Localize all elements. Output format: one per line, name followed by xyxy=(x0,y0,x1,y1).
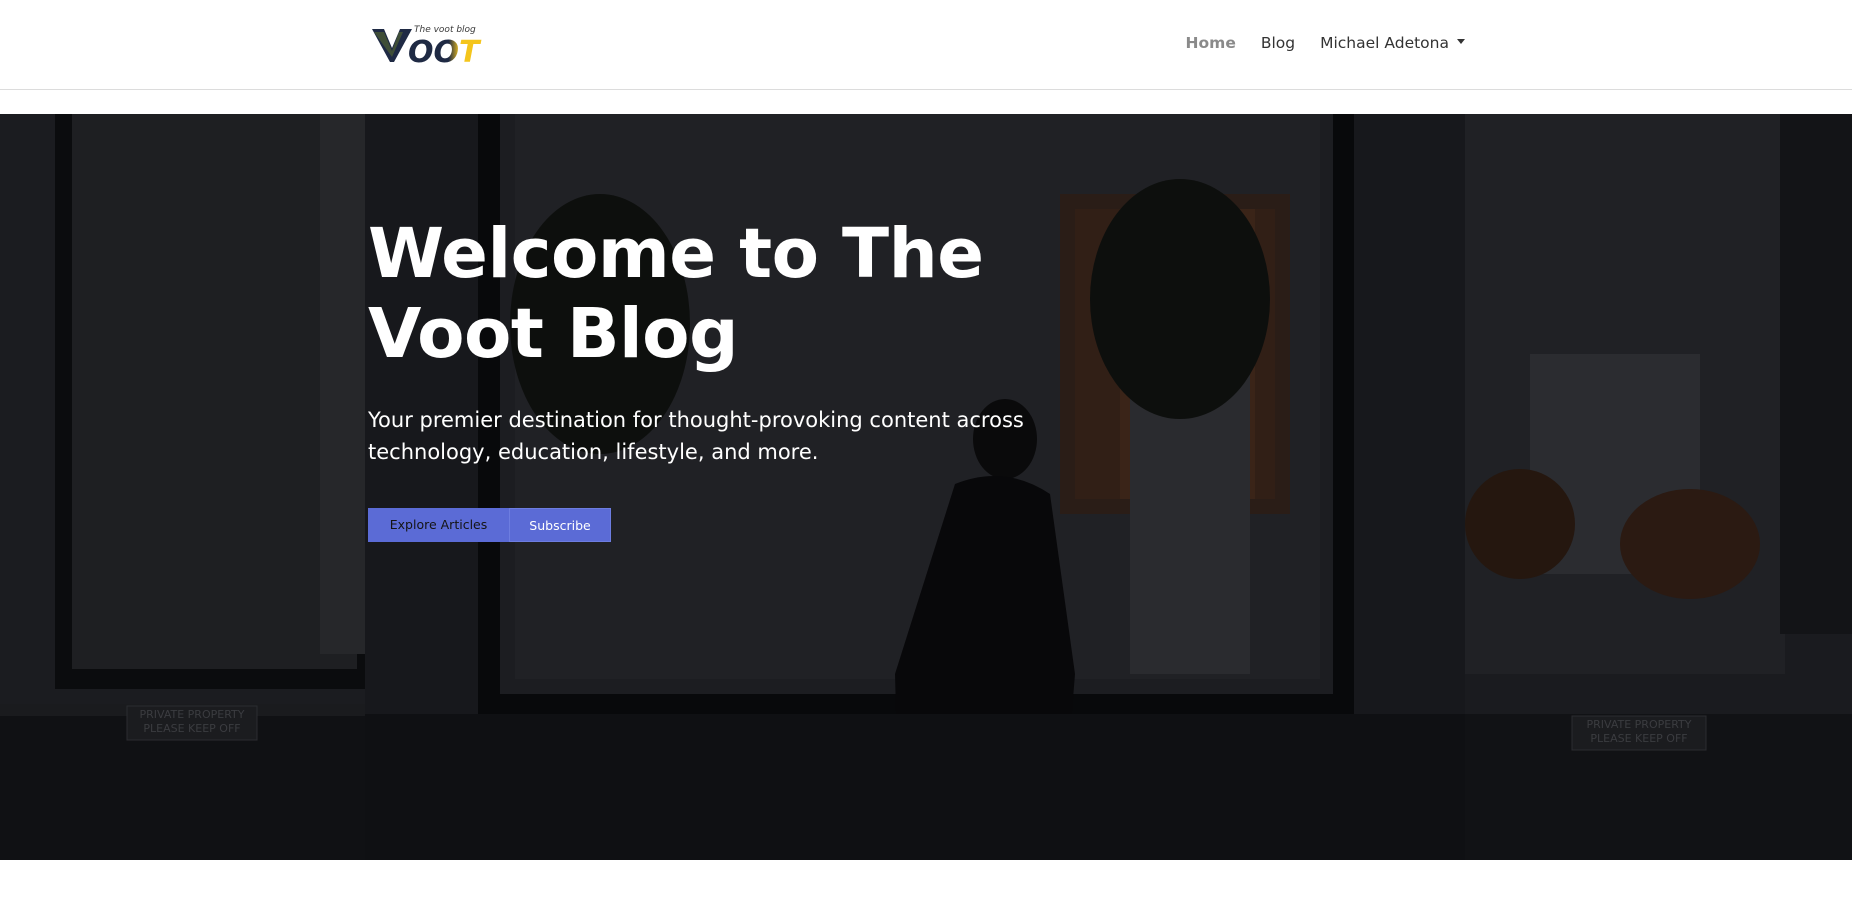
user-menu-dropdown[interactable]: Michael Adetona xyxy=(1320,34,1465,52)
svg-text:OOT: OOT xyxy=(408,35,482,68)
explore-articles-button[interactable]: Explore Articles xyxy=(368,508,509,542)
voot-logo[interactable]: OOT The voot blog xyxy=(370,24,488,68)
sign-line-1: PRIVATE PROPERTY xyxy=(1586,718,1692,731)
logo-tagline: The voot blog xyxy=(414,25,476,35)
hero-section: PRIVATE PROPERTY PLEASE KEEP OFF PRIVATE… xyxy=(0,114,1852,860)
caret-down-icon xyxy=(1457,39,1465,44)
nav-home-link[interactable]: Home xyxy=(1186,34,1236,52)
sign-line-2: PLEASE KEEP OFF xyxy=(1590,732,1688,745)
nav-blog-link[interactable]: Blog xyxy=(1261,34,1295,52)
background-sign-left: PRIVATE PROPERTY PLEASE KEEP OFF xyxy=(127,708,257,736)
hero-cta-group: Explore Articles Subscribe xyxy=(368,508,611,542)
sign-line-1: PRIVATE PROPERTY xyxy=(139,708,245,721)
subscribe-button[interactable]: Subscribe xyxy=(509,508,611,542)
background-sign-right: PRIVATE PROPERTY PLEASE KEEP OFF xyxy=(1572,718,1706,746)
main-nav: Home Blog Michael Adetona xyxy=(1186,34,1465,52)
hero-content: Welcome to The Voot Blog Your premier de… xyxy=(368,214,1128,468)
hero-subtitle: Your premier destination for thought-pro… xyxy=(368,408,1024,464)
user-menu-label: Michael Adetona xyxy=(1320,34,1449,52)
sign-line-2: PLEASE KEEP OFF xyxy=(143,722,241,735)
top-navbar: OOT The voot blog Home Blog Michael Adet… xyxy=(0,0,1852,90)
hero-title: Welcome to The Voot Blog xyxy=(368,214,984,374)
